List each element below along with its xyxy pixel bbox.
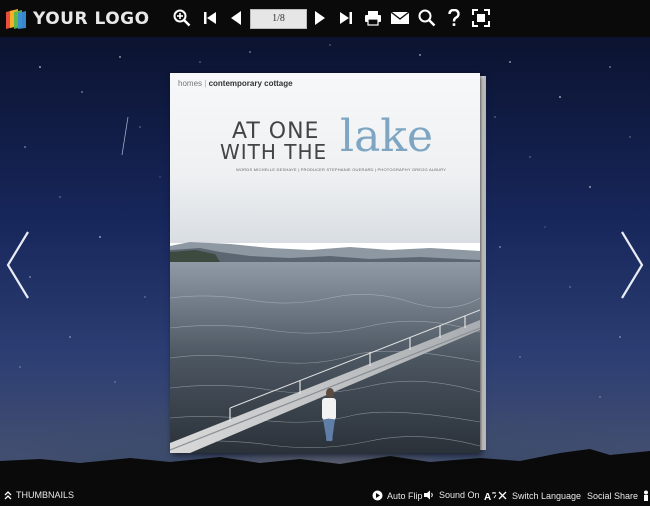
section-label: homes | contemporary cottage <box>178 79 293 88</box>
search-button[interactable] <box>417 7 437 29</box>
section-name: homes <box>178 79 203 88</box>
fullscreen-icon <box>472 9 490 27</box>
auto-flip-button[interactable]: Auto Flip <box>372 490 423 501</box>
auto-flip-label: Auto Flip <box>387 490 423 501</box>
search-icon <box>418 9 436 27</box>
last-page-icon <box>340 12 352 24</box>
social-share-label: Social Share <box>587 491 639 501</box>
first-page-button[interactable] <box>200 7 220 29</box>
fullscreen-button[interactable] <box>471 7 491 29</box>
headline-accent: lake <box>340 111 434 162</box>
next-page-arrow[interactable] <box>618 230 646 300</box>
headline-line-2: WITH THE <box>220 140 328 164</box>
book-page-edge <box>480 76 486 450</box>
thumbnails-button[interactable]: THUMBNAILS <box>4 490 74 500</box>
subsection-name: contemporary cottage <box>208 79 293 88</box>
previous-page-button[interactable] <box>226 7 246 29</box>
double-chevron-up-icon <box>4 491 12 500</box>
chevron-left-icon <box>6 231 29 299</box>
email-button[interactable] <box>389 7 411 29</box>
bottom-toolbar: THUMBNAILS Auto Flip Sound On A Switch L… <box>0 486 650 506</box>
logo-text: YOUR LOGO <box>33 8 150 29</box>
previous-page-icon <box>231 11 241 25</box>
first-page-icon <box>204 12 216 24</box>
thumbnails-label: THUMBNAILS <box>16 490 75 500</box>
next-page-button[interactable] <box>310 7 330 29</box>
people-share-icon <box>644 490 649 501</box>
social-share-button[interactable]: Social Share <box>587 490 650 502</box>
logo-book-icon <box>4 8 28 30</box>
switch-language-label: Switch Language <box>512 490 582 501</box>
sound-on-label: Sound On <box>439 490 480 500</box>
svg-text:A: A <box>484 492 491 501</box>
zoom-in-icon <box>173 9 191 27</box>
switch-language-button[interactable]: A Switch Language <box>484 490 582 502</box>
play-circle-icon <box>372 490 383 501</box>
chevron-right-icon <box>621 231 644 299</box>
speaker-icon <box>424 490 433 500</box>
zoom-in-button[interactable] <box>172 7 192 29</box>
page-number-input[interactable]: 1/8 <box>250 9 307 29</box>
sound-toggle-button[interactable]: Sound On <box>423 490 480 500</box>
help-button[interactable] <box>444 7 464 29</box>
article-credits: WORDS MICHELLE DESHAYE | PRODUCER STEPHA… <box>236 167 447 172</box>
book-cover-page[interactable]: homes | contemporary cottage AT ONE WITH… <box>170 73 480 453</box>
logo: YOUR LOGO <box>4 8 164 30</box>
language-icon: A <box>484 491 507 501</box>
previous-page-arrow[interactable] <box>4 230 32 300</box>
email-icon <box>390 11 410 24</box>
last-page-button[interactable] <box>336 7 356 29</box>
next-page-icon <box>315 11 325 25</box>
top-toolbar: YOUR LOGO 1/8 <box>0 0 650 37</box>
lake-dock-photo <box>170 242 480 453</box>
help-icon <box>448 9 460 26</box>
print-icon <box>365 11 381 26</box>
print-button[interactable] <box>362 7 384 29</box>
